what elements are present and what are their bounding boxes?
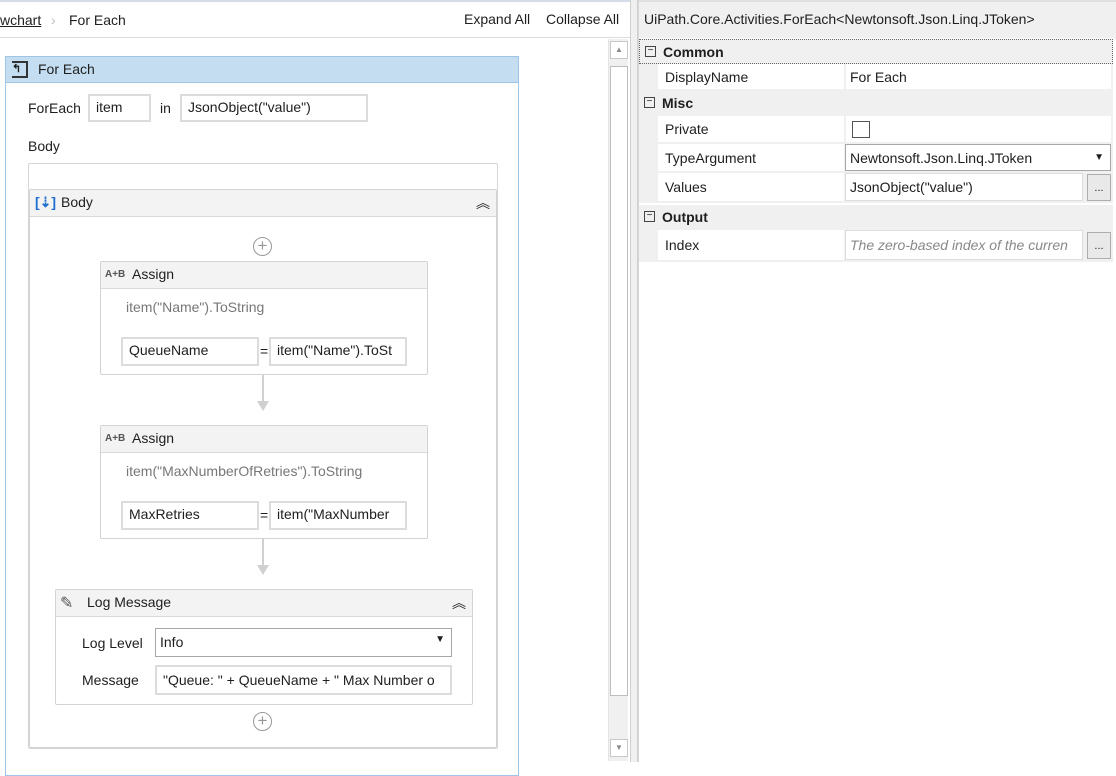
category-output[interactable]: − Output <box>639 205 1113 230</box>
dropdown-arrow-icon: ▼ <box>1094 152 1104 163</box>
foreach-header[interactable]: ↰ For Each <box>6 57 518 83</box>
log-level-label: Log Level <box>82 635 143 651</box>
collapse-box-icon[interactable]: − <box>645 46 656 57</box>
collapse-icon[interactable]: ︽ <box>452 593 466 613</box>
property-row-index: Index The zero-based index of the curren… <box>639 230 1113 262</box>
category-misc[interactable]: − Misc <box>639 91 1113 116</box>
property-label: Values <box>658 173 844 201</box>
assign-to-input[interactable]: MaxRetries <box>121 501 259 530</box>
foreach-icon: ↰ <box>12 61 28 78</box>
assign-icon: A+B <box>105 269 126 280</box>
index-input[interactable]: The zero-based index of the curren <box>845 230 1083 260</box>
scroll-down-icon[interactable]: ▼ <box>610 739 628 757</box>
connector-line <box>262 375 264 401</box>
properties-title: UiPath.Core.Activities.ForEach<Newtonsof… <box>639 0 1116 38</box>
typeargument-value: Newtonsoft.Json.Linq.JToken <box>850 149 1033 166</box>
property-row-typeargument: TypeArgument Newtonsoft.Json.Linq.JToken… <box>639 144 1113 173</box>
add-activity-icon[interactable]: + <box>253 237 272 256</box>
typeargument-select[interactable]: Newtonsoft.Json.Linq.JToken ▼ <box>845 144 1111 171</box>
assign-value-input[interactable]: item("MaxNumber <box>269 501 407 530</box>
assign-title: Assign <box>132 430 175 446</box>
item-variable-input[interactable]: item <box>88 94 151 122</box>
message-label: Message <box>82 672 139 688</box>
dropdown-arrow-icon: ▼ <box>435 634 445 645</box>
assign-activity-2[interactable]: A+B Assign item("MaxNumberOfRetries").To… <box>100 425 428 539</box>
body-container: [⇣] Body ︽ + A+B Assign item("Name").ToS… <box>28 163 498 749</box>
assign-to-input[interactable]: QueueName <box>121 337 259 366</box>
property-row-displayname: DisplayName For Each <box>639 64 1113 91</box>
body-title: Body <box>61 194 93 210</box>
log-message-header[interactable]: ✎ Log Message ︽ <box>56 590 472 617</box>
index-ellipsis-button[interactable]: ... <box>1087 232 1111 259</box>
category-label: Misc <box>662 95 694 111</box>
breadcrumb-bar: wchart › For Each Expand All Collapse Al… <box>0 2 630 38</box>
assign-activity-1[interactable]: A+B Assign item("Name").ToString QueueNa… <box>100 261 428 375</box>
collapse-box-icon[interactable]: − <box>644 211 655 222</box>
values-ellipsis-button[interactable]: ... <box>1087 174 1111 201</box>
category-label: Common <box>663 44 724 60</box>
log-level-select[interactable]: Info ▼ <box>155 628 452 657</box>
scrollbar-thumb[interactable] <box>610 66 628 696</box>
property-row-private: Private <box>639 116 1113 144</box>
collapse-box-icon[interactable]: − <box>644 97 655 108</box>
in-label: in <box>160 100 171 116</box>
foreach-activity[interactable]: ↰ For Each ForEach item in JsonObject("v… <box>5 56 519 776</box>
equals-sign: = <box>260 507 269 523</box>
vertical-scrollbar[interactable]: ▲ ▼ <box>608 39 628 761</box>
assign-header[interactable]: A+B Assign <box>101 426 427 453</box>
breadcrumb-current: For Each <box>69 12 126 28</box>
assign-icon: A+B <box>105 433 126 444</box>
connector-arrow-icon <box>257 565 269 575</box>
collapse-icon[interactable]: ︽ <box>476 193 490 213</box>
assign-summary: item("MaxNumberOfRetries").ToString <box>126 463 363 479</box>
assign-header[interactable]: A+B Assign <box>101 262 427 289</box>
log-message-activity[interactable]: ✎ Log Message ︽ Log Level Info ▼ Message… <box>55 589 473 705</box>
add-activity-icon[interactable]: + <box>253 712 272 731</box>
category-label: Output <box>662 209 708 225</box>
collapse-all-button[interactable]: Collapse All <box>546 11 619 27</box>
sequence-icon: [⇣] <box>35 194 57 210</box>
panel-splitter[interactable] <box>630 0 638 762</box>
log-level-value: Info <box>160 634 184 650</box>
property-label: DisplayName <box>658 64 844 89</box>
property-label: TypeArgument <box>658 144 844 171</box>
foreach-title: For Each <box>38 61 95 77</box>
property-label: Private <box>658 116 844 142</box>
scroll-up-icon[interactable]: ▲ <box>610 41 628 59</box>
expand-all-button[interactable]: Expand All <box>464 11 530 27</box>
assign-value-input[interactable]: item("Name").ToSt <box>269 337 407 366</box>
values-input[interactable]: JsonObject("value") <box>180 94 368 122</box>
displayname-value[interactable]: For Each <box>846 64 1111 89</box>
breadcrumb-flowchart-link[interactable]: wchart <box>0 12 41 28</box>
category-common[interactable]: − Common <box>639 39 1113 64</box>
property-label: Index <box>658 230 844 260</box>
breadcrumb-separator-icon: › <box>51 12 56 28</box>
private-value <box>846 116 1111 142</box>
assign-summary: item("Name").ToString <box>126 299 265 315</box>
body-sequence-header[interactable]: [⇣] Body ︽ <box>30 190 496 217</box>
log-message-icon: ✎ <box>60 595 74 612</box>
foreach-label: ForEach <box>28 100 81 116</box>
property-row-values: Values JsonObject("value") ... <box>639 173 1113 203</box>
connector-arrow-icon <box>257 401 269 411</box>
equals-sign: = <box>260 343 269 359</box>
body-sequence[interactable]: [⇣] Body ︽ + A+B Assign item("Name").ToS… <box>29 189 497 748</box>
log-message-title: Log Message <box>87 594 172 610</box>
workflow-designer: wchart › For Each Expand All Collapse Al… <box>0 0 630 776</box>
message-input[interactable]: "Queue: " + QueueName + " Max Number o <box>155 665 452 695</box>
values-input[interactable]: JsonObject("value") <box>845 173 1083 201</box>
assign-title: Assign <box>132 266 175 282</box>
connector-line <box>262 539 264 565</box>
private-checkbox[interactable] <box>852 120 870 138</box>
body-label: Body <box>28 138 60 154</box>
properties-panel: UiPath.Core.Activities.ForEach<Newtonsof… <box>638 0 1116 762</box>
